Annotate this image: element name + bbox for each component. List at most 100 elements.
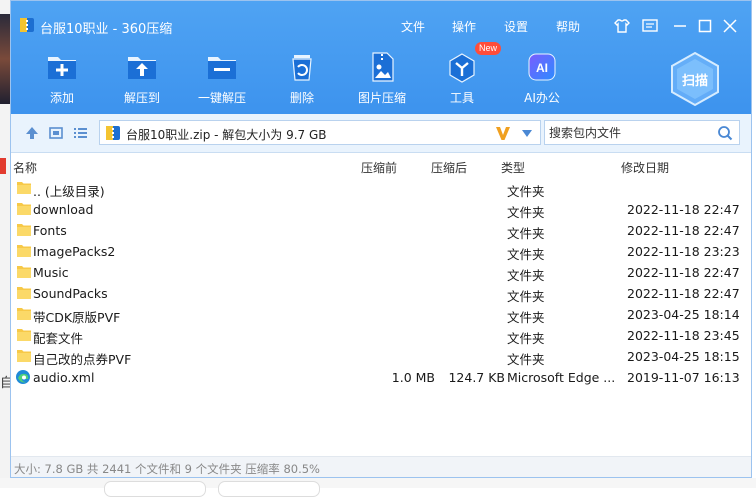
v-logo-icon[interactable]	[494, 124, 512, 142]
file-name: SoundPacks	[33, 286, 108, 301]
file-name: .. (上级目录)	[33, 184, 105, 199]
file-date: 2022-11-18 23:45	[627, 328, 740, 343]
folder-icon	[17, 329, 31, 341]
folder-icon	[17, 287, 31, 299]
scan-button[interactable]: 扫描	[669, 51, 721, 107]
file-name: 自己改的点券PVF	[33, 352, 132, 367]
file-type: 文件夹	[507, 247, 545, 262]
column-name[interactable]: 名称	[13, 159, 37, 176]
ai-office-button[interactable]: AI AI办公	[506, 47, 578, 109]
archive-window: 台服10职业 - 360压缩 文件 操作 设置 帮助 添加 解压到 一键解压 删…	[10, 0, 752, 478]
file-row[interactable]: audio.xml 1.0 MB 124.7 KB Microsoft Edge…	[11, 367, 751, 388]
one-click-extract-button[interactable]: 一键解压	[186, 47, 258, 109]
file-row[interactable]: Music 文件夹 2022-11-18 22:47	[11, 262, 751, 283]
file-type: 文件夹	[507, 331, 545, 346]
delete-label: 删除	[289, 91, 314, 105]
file-row[interactable]: Fonts 文件夹 2022-11-18 22:47	[11, 220, 751, 241]
image-compress-label: 图片压缩	[357, 91, 406, 105]
folder-icon	[17, 308, 31, 320]
file-name: audio.xml	[33, 370, 95, 385]
maximize-icon[interactable]	[694, 15, 716, 37]
minimize-icon[interactable]	[669, 15, 691, 37]
file-name: Fonts	[33, 223, 67, 238]
file-date: 2022-11-18 22:47	[627, 286, 740, 301]
file-row[interactable]: ImagePacks2 文件夹 2022-11-18 23:23	[11, 241, 751, 262]
file-row[interactable]: SoundPacks 文件夹 2022-11-18 22:47	[11, 283, 751, 304]
add-button[interactable]: 添加	[26, 47, 98, 109]
file-date: 2022-11-18 22:47	[627, 202, 740, 217]
file-date: 2022-11-18 22:47	[627, 265, 740, 280]
status-bar: 大小: 7.8 GB 共 2441 个文件和 9 个文件夹 压缩率 80.5%	[11, 456, 751, 477]
file-name: 配套文件	[33, 331, 84, 346]
folder-icon	[17, 203, 31, 215]
file-row[interactable]: 配套文件 文件夹 2022-11-18 23:45	[11, 325, 751, 346]
background-bottom-strip	[0, 478, 756, 497]
column-header-row: 名称 压缩前 压缩后 类型 修改日期	[11, 153, 751, 177]
image-compress-icon	[372, 52, 394, 82]
menu-settings[interactable]: 设置	[504, 18, 528, 35]
file-name: ImagePacks2	[33, 244, 116, 259]
file-type: 文件夹	[507, 226, 545, 241]
column-compressed-size[interactable]: 压缩后	[431, 159, 467, 176]
zip-app-icon	[20, 18, 34, 32]
search-box[interactable]	[544, 120, 740, 145]
menu-operation[interactable]: 操作	[452, 18, 476, 35]
file-size: 1.0 MB	[391, 370, 435, 385]
address-toolbar: 台服10职业.zip - 解包大小为 9.7 GB	[11, 114, 751, 153]
column-type[interactable]: 类型	[501, 159, 525, 176]
file-row[interactable]: 带CDK原版PVF 文件夹 2023-04-25 18:14	[11, 304, 751, 325]
extract-to-icon	[128, 57, 156, 79]
background-pill	[104, 481, 206, 497]
up-arrow-icon[interactable]	[23, 124, 41, 142]
feedback-icon[interactable]	[639, 15, 661, 37]
column-modified-date[interactable]: 修改日期	[621, 159, 669, 176]
search-icon[interactable]	[717, 125, 733, 141]
file-row[interactable]: download 文件夹 2022-11-18 22:47	[11, 199, 751, 220]
file-type: 文件夹	[507, 268, 545, 283]
menu-help[interactable]: 帮助	[556, 18, 580, 35]
svg-text:AI: AI	[536, 61, 548, 75]
edge-icon	[16, 370, 30, 384]
menu-file[interactable]: 文件	[401, 18, 425, 35]
folder-icon	[17, 182, 31, 194]
status-text: 大小: 7.8 GB 共 2441 个文件和 9 个文件夹 压缩率 80.5%	[14, 462, 320, 476]
search-input[interactable]	[545, 121, 719, 144]
one-click-extract-icon	[208, 57, 236, 79]
file-date: 2019-11-07 16:13	[627, 370, 740, 385]
tools-label: 工具	[449, 91, 474, 105]
trash-icon	[292, 55, 312, 81]
address-bar[interactable]: 台服10职业.zip - 解包大小为 9.7 GB	[99, 120, 541, 145]
archive-path: 台服10职业.zip - 解包大小为 9.7 GB	[126, 128, 327, 142]
file-type: 文件夹	[507, 310, 545, 325]
new-badge: New	[475, 42, 502, 55]
folder-icon	[17, 245, 31, 257]
folder-icon	[17, 350, 31, 362]
title-bar[interactable]: 台服10职业 - 360压缩 文件 操作 设置 帮助	[11, 1, 751, 41]
file-type: 文件夹	[507, 352, 545, 367]
file-name: download	[33, 202, 94, 217]
ai-office-label: AI办公	[524, 91, 560, 105]
file-type: 文件夹	[507, 205, 545, 220]
chevron-down-icon[interactable]	[520, 127, 534, 139]
file-row[interactable]: 自己改的点券PVF 文件夹 2023-04-25 18:15	[11, 346, 751, 367]
file-date: 2022-11-18 22:47	[627, 223, 740, 238]
image-compress-button[interactable]: 图片压缩	[346, 47, 418, 109]
skin-shirt-icon[interactable]	[611, 15, 633, 37]
list-view-icon[interactable]	[71, 124, 89, 142]
file-date: 2022-11-18 23:23	[627, 244, 740, 259]
thumbnail-view-icon[interactable]	[47, 124, 65, 142]
extract-to-button[interactable]: 解压到	[106, 47, 178, 109]
column-original-size[interactable]: 压缩前	[361, 159, 397, 176]
close-icon[interactable]	[719, 15, 741, 37]
file-row[interactable]: .. (上级目录) 文件夹	[11, 178, 751, 199]
tools-button[interactable]: 工具	[426, 47, 498, 109]
file-type: Microsoft Edge ...	[507, 370, 616, 385]
window-title: 台服10职业 - 360压缩	[40, 22, 173, 37]
delete-button[interactable]: 删除	[266, 47, 338, 109]
zip-file-icon	[106, 126, 120, 140]
file-name: 带CDK原版PVF	[33, 310, 121, 325]
tools-icon	[449, 53, 475, 83]
add-icon	[48, 57, 76, 79]
extract-to-label: 解压到	[123, 91, 160, 105]
folder-icon	[17, 266, 31, 278]
